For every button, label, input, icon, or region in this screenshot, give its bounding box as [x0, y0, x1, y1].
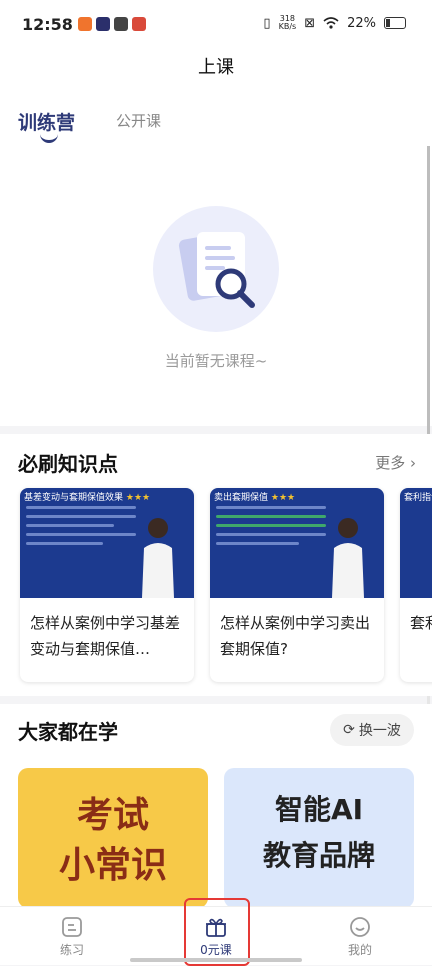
app-notification-icon	[78, 17, 92, 31]
card-title: 怎样从案例中学习卖出套期保值?	[220, 614, 371, 658]
link-app-icon	[114, 17, 128, 31]
promo-line1: 考试	[76, 795, 149, 836]
teacher-figure-icon	[142, 518, 174, 598]
empty-message: 当前暂无课程~	[164, 352, 268, 370]
popular-section: 大家都在学 ⟳ 换一波 考试 小常识 智能AI 教育品牌	[0, 704, 432, 908]
refresh-label: 换一波	[358, 723, 401, 739]
thumbnail-title: 卖出套期保值 ★★★	[214, 493, 296, 503]
promo-line2: 小常识	[58, 845, 167, 886]
tab-public-course[interactable]: 公开课	[116, 110, 161, 131]
status-right: ▯ 318 KB/s ⊠ 22%	[263, 15, 406, 31]
tab-active-indicator	[40, 134, 58, 143]
document-search-icon	[178, 232, 255, 308]
video-thumbnail: 卖出套期保值 ★★★	[210, 488, 384, 598]
knowledge-card-list[interactable]: 基差变动与套期保值效果 ★★★ 怎样从案例中学习基差变动与套期保值… 卖出套期保…	[12, 482, 432, 688]
scrollbar-thumb[interactable]	[427, 146, 430, 466]
empty-state: 当前暂无课程~	[0, 146, 432, 426]
sim-icon: ⊠	[304, 15, 316, 31]
refresh-icon: ⟳	[343, 722, 355, 738]
knowledge-card[interactable]: 套利指令 套利分?	[400, 488, 432, 682]
home-indicator[interactable]	[130, 958, 302, 962]
card-title: 套利分?	[410, 614, 432, 632]
promo-line2: 教育品牌	[262, 839, 375, 872]
status-time: 12:58	[22, 15, 73, 34]
card-title: 怎样从案例中学习基差变动与套期保值…	[30, 614, 181, 658]
teacher-figure-icon	[332, 518, 364, 598]
knowledge-card[interactable]: 基差变动与套期保值效果 ★★★ 怎样从案例中学习基差变动与套期保值…	[20, 488, 194, 682]
knowledge-points-section: 必刷知识点 更多 › 基差变动与套期保值效果 ★★★ 怎样从案例中学习基差变动与…	[0, 434, 432, 696]
smile-icon	[350, 917, 370, 937]
page-title: 上课	[198, 57, 234, 78]
news-app-icon	[132, 17, 146, 31]
thumbnail-text-lines	[26, 506, 136, 551]
promo-card-exam-tips[interactable]: 考试 小常识	[18, 768, 208, 908]
practice-icon	[62, 917, 82, 937]
popular-title: 大家都在学	[18, 720, 118, 744]
net-speed: 318 KB/s	[279, 15, 297, 31]
thumbnail-text-lines	[216, 506, 326, 551]
video-thumbnail: 基差变动与套期保值效果 ★★★	[20, 488, 194, 598]
thumbnail-title: 基差变动与套期保值效果 ★★★	[24, 493, 151, 503]
promo-card-ai-brand[interactable]: 智能AI 教育品牌	[224, 768, 414, 908]
status-bar: 12:58 ▯ 318 KB/s ⊠ 22%	[0, 0, 432, 50]
more-link[interactable]: 更多 ›	[375, 452, 416, 473]
page-header: 上课	[0, 50, 432, 90]
knowledge-title: 必刷知识点	[18, 452, 118, 476]
nav-mine-label: 我的	[347, 943, 372, 957]
refresh-button[interactable]: ⟳ 换一波	[330, 714, 414, 746]
empty-illustration	[153, 206, 279, 332]
vibrate-icon: ▯	[263, 15, 271, 31]
highlight-annotation	[184, 898, 250, 966]
video-thumbnail: 套利指令	[400, 488, 432, 598]
knowledge-card[interactable]: 卖出套期保值 ★★★ 怎样从案例中学习卖出套期保值?	[210, 488, 384, 682]
course-tabs: 训练营 公开课	[0, 90, 432, 146]
thumbnail-title: 套利指令	[404, 493, 432, 503]
chevron-right-icon: ›	[410, 454, 416, 472]
nav-practice-label: 练习	[59, 943, 84, 957]
tab-training-camp[interactable]: 训练营	[18, 108, 75, 135]
nav-practice[interactable]: 练习	[32, 915, 112, 958]
video-app-icon	[96, 17, 110, 31]
battery-icon	[384, 17, 406, 29]
wifi-icon	[323, 17, 339, 29]
battery-percent: 22%	[347, 15, 376, 31]
promo-line1: 智能AI	[274, 793, 364, 826]
net-speed-unit: KB/s	[278, 22, 297, 31]
nav-mine[interactable]: 我的	[320, 915, 400, 958]
status-app-icons	[78, 17, 146, 31]
more-label: 更多	[375, 454, 406, 472]
